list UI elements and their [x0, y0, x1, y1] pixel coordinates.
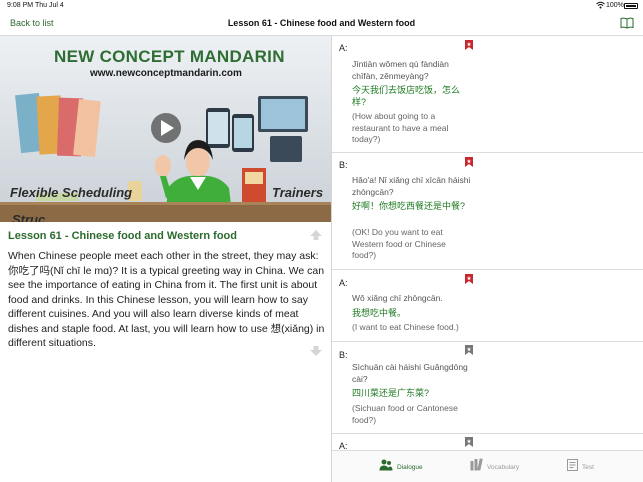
people-icon	[379, 459, 393, 471]
dialogue-line[interactable]: A: Wǒ xiǎng chī zhōngcān. 我想吃中餐。 (I want…	[332, 270, 643, 342]
dialogue-english: (Sichuan food or Cantonese food?)	[352, 403, 458, 425]
dialogue-hanzi: 好啊！你想吃西餐还是中餐?	[352, 201, 466, 211]
status-time: 9:08 PM	[7, 2, 34, 9]
bookmark-icon[interactable]	[465, 157, 473, 167]
tab-test[interactable]: Test	[567, 455, 599, 479]
video-brand-title: NEW CONCEPT MANDARIN	[54, 47, 285, 66]
tab-dialogue[interactable]: Dialogue	[379, 455, 429, 479]
dialogue-hanzi: 我想吃中餐。	[352, 308, 407, 318]
arrow-down-icon[interactable]	[309, 345, 323, 357]
dialogue-line[interactable]: A: Jīntiān wǒmen qù fàndiàn chīfàn, zěnm…	[332, 36, 643, 153]
dialogue-speaker: B:	[339, 350, 348, 360]
document-icon	[567, 459, 578, 471]
book-open-icon[interactable]	[620, 17, 634, 29]
dialogue-list[interactable]: A: Jīntiān wǒmen qù fàndiàn chīfàn, zěnm…	[332, 36, 643, 450]
video-banner-left: Flexible Scheduling	[10, 185, 133, 200]
lesson-description: When Chinese people meet each other in t…	[8, 250, 325, 349]
bookmark-icon[interactable]	[465, 274, 473, 284]
dialogue-line[interactable]: B: Hǎo'a! Nǐ xiǎng chī xīcān háishi zhōn…	[332, 153, 643, 270]
dialogue-pinyin: Hǎo'a! Nǐ xiǎng chī xīcān háishi zhōngcā…	[352, 175, 471, 197]
tab-test-label: Test	[582, 464, 594, 471]
video-brand-url: www.newconceptmandarin.com	[90, 68, 242, 79]
tab-dialogue-label: Dialogue	[397, 464, 423, 471]
lesson-title: Lesson 61 - Chinese food and Western foo…	[8, 230, 237, 242]
video-player[interactable]: NEW CONCEPT MANDARIN www.newconceptmanda…	[0, 36, 331, 222]
battery-icon	[624, 3, 638, 9]
status-date: Thu Jul 4	[35, 2, 64, 9]
lesson-pane: NEW CONCEPT MANDARIN www.newconceptmanda…	[0, 36, 331, 482]
dialogue-line[interactable]: A:	[332, 434, 643, 450]
video-banner-right: Trainers	[272, 185, 324, 200]
wifi-icon	[596, 1, 605, 9]
dialogue-speaker: A:	[339, 441, 348, 450]
bookmark-icon[interactable]	[465, 345, 473, 355]
tab-bar: Dialogue Vocabulary Test	[332, 450, 643, 482]
dialogue-english: (OK! Do you want to eat Western food or …	[352, 227, 446, 260]
nav-bar: Back to list Lesson 61 - Chinese food an…	[0, 12, 643, 36]
dialogue-pinyin: Sìchuān cài háishi Guǎngdōng cài?	[352, 362, 468, 384]
books-icon	[470, 458, 483, 471]
dialogue-english: (I want to eat Chinese food.)	[352, 322, 459, 332]
tab-vocabulary[interactable]: Vocabulary	[470, 455, 526, 479]
dialogue-pinyin: Wǒ xiǎng chī zhōngcān.	[352, 293, 443, 303]
video-banner-cut: Struc	[12, 212, 46, 222]
dialogue-hanzi: 四川菜还是广东菜?	[352, 388, 430, 398]
bookmark-icon[interactable]	[465, 437, 473, 447]
bookmark-icon[interactable]	[465, 40, 473, 50]
tab-vocabulary-label: Vocabulary	[487, 464, 520, 471]
battery-percent: 100%	[606, 2, 624, 9]
dialogue-speaker: B:	[339, 160, 348, 170]
dialogue-hanzi: 今天我们去饭店吃饭，怎么样?	[352, 85, 461, 107]
dialogue-line[interactable]: B: Sìchuān cài háishi Guǎngdōng cài? 四川菜…	[332, 342, 643, 434]
dialogue-speaker: A:	[339, 278, 348, 288]
play-icon[interactable]	[151, 113, 181, 143]
arrow-up-icon[interactable]	[309, 229, 323, 241]
dialogue-speaker: A:	[339, 43, 348, 53]
dialogue-pinyin: Jīntiān wǒmen qù fàndiàn chīfàn, zěnmeyà…	[352, 59, 449, 81]
status-bar: 9:08 PM Thu Jul 4 100%	[0, 0, 643, 12]
dialogue-english: (How about going to a restaurant to have…	[352, 111, 449, 144]
page-title: Lesson 61 - Chinese food and Western foo…	[227, 18, 416, 28]
